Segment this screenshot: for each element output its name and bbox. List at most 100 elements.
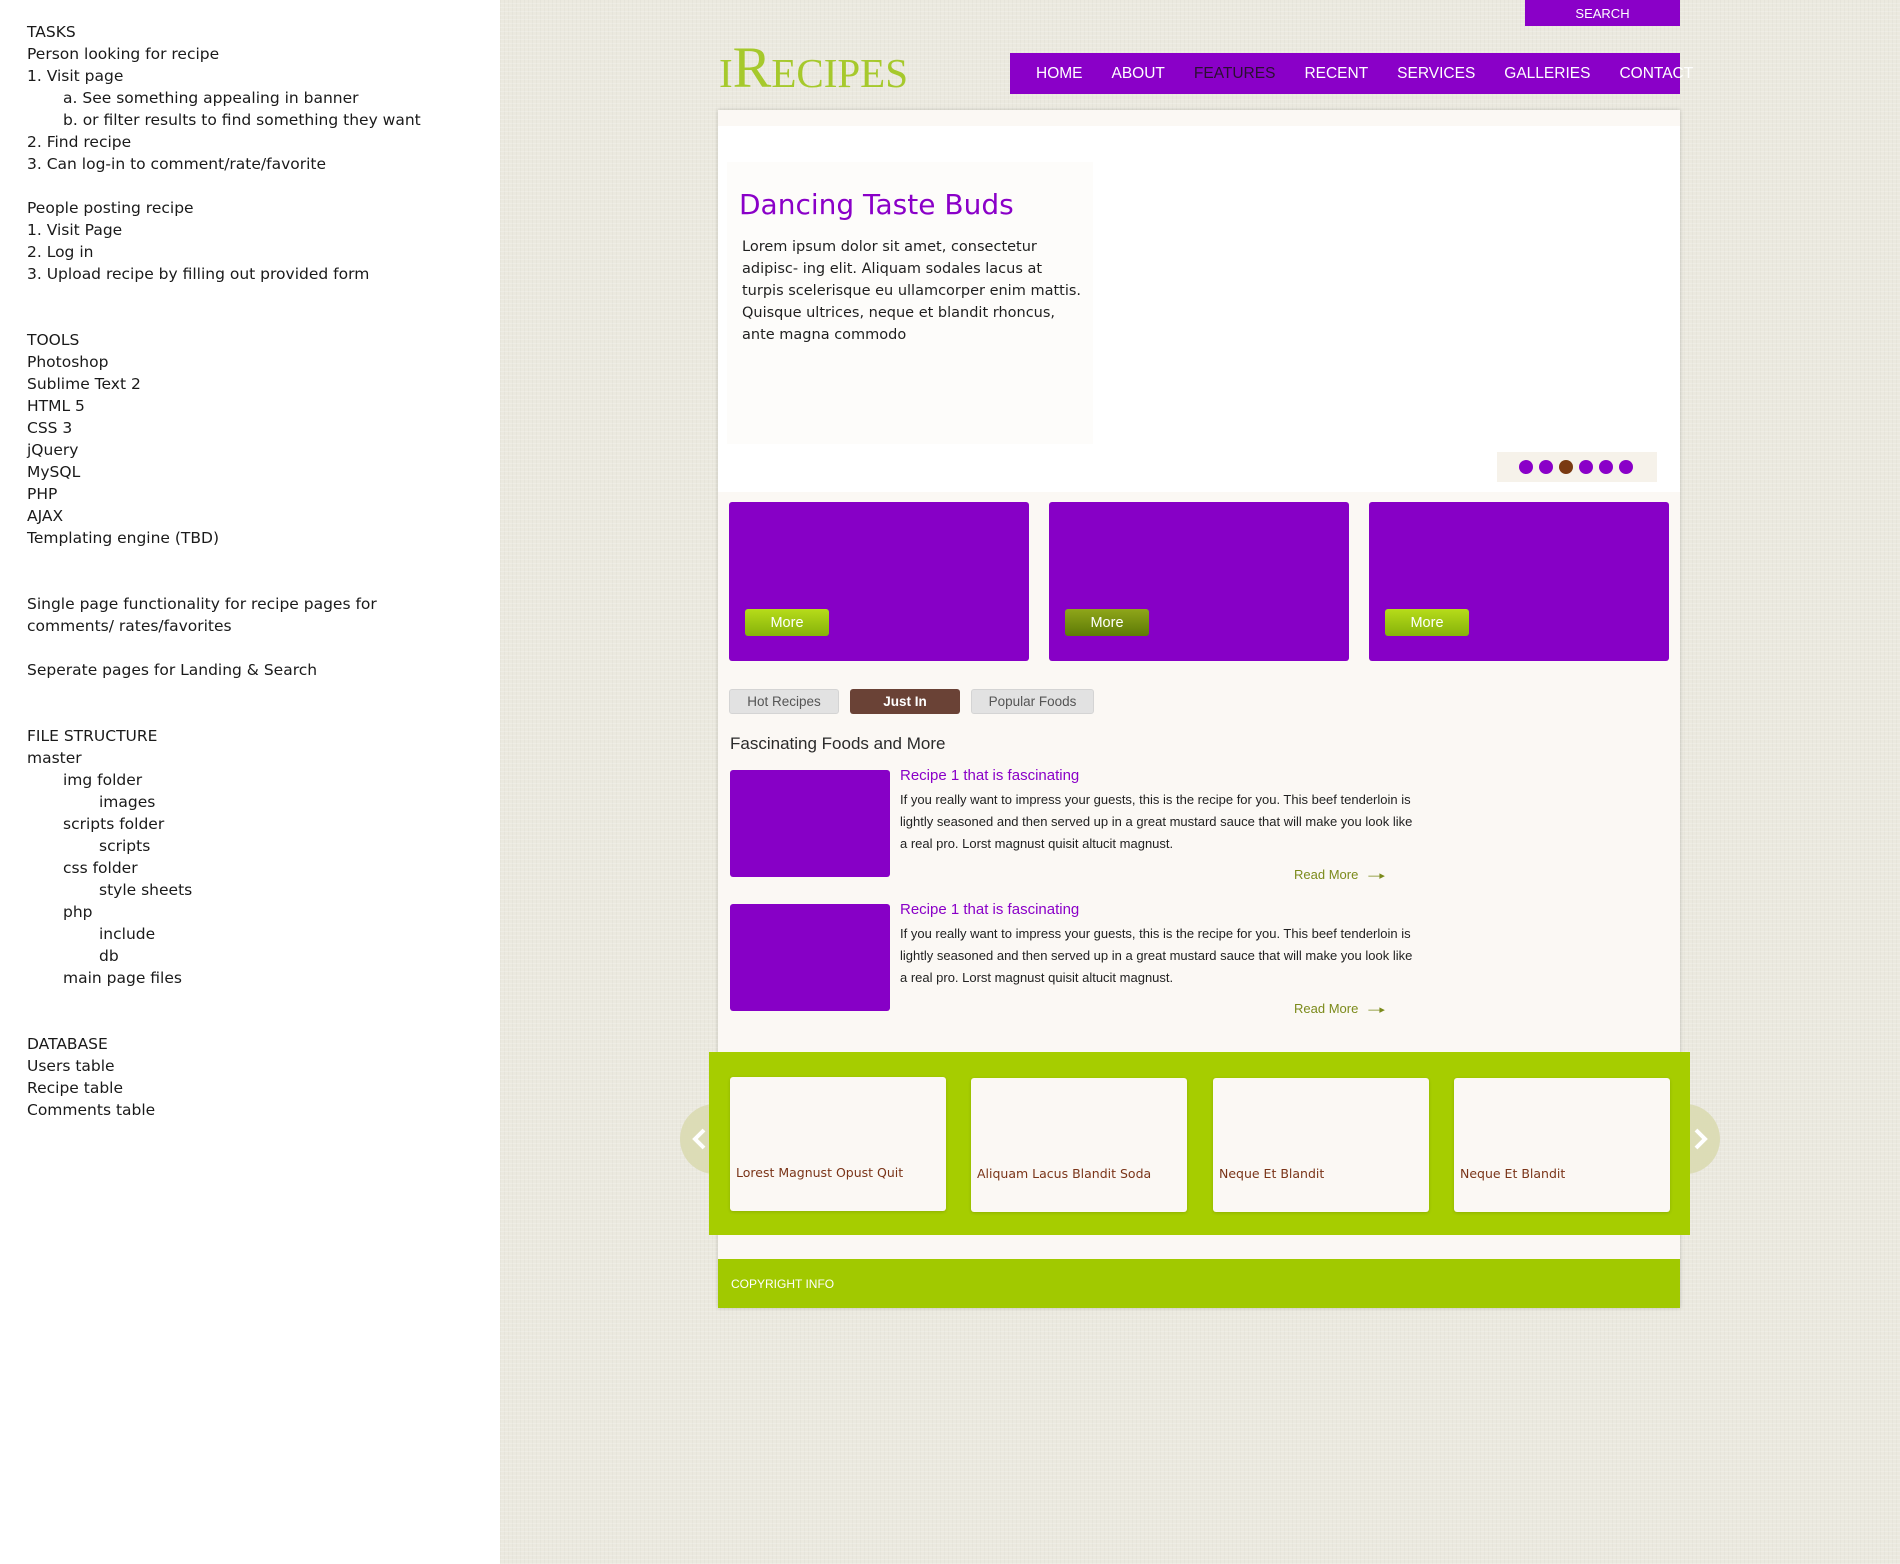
arrow-right-icon: —▸	[1368, 1004, 1385, 1016]
slide-dot-active[interactable]	[1559, 460, 1573, 474]
note-line: Seperate pages for Landing & Search	[27, 661, 318, 679]
fs-item: db	[99, 947, 119, 965]
more-button[interactable]: More	[745, 609, 829, 636]
slider-dots	[1497, 452, 1657, 482]
db-item: Recipe table	[27, 1079, 123, 1097]
recipe-description: If you really want to impress your guest…	[900, 792, 1413, 851]
tool-item: MySQL	[27, 463, 81, 481]
slide-dot[interactable]	[1519, 460, 1533, 474]
tool-item: PHP	[27, 485, 58, 503]
read-more-label: Read More	[1294, 867, 1359, 882]
tab-just-in[interactable]: Just In	[850, 689, 960, 714]
recipe-thumbnail[interactable]	[730, 770, 890, 877]
fs-item: php	[63, 903, 93, 921]
note-line: 2. Find recipe	[27, 133, 132, 151]
feature-box: More	[1049, 502, 1349, 661]
card-title: Neque Et Blandit	[1460, 1166, 1566, 1181]
db-item: Users table	[27, 1057, 115, 1075]
note-line: People posting recipe	[27, 199, 194, 217]
card-title: Neque Et Blandit	[1219, 1166, 1325, 1181]
note-line: Single page functionality for recipe pag…	[27, 595, 377, 635]
note-line: Person looking for recipe	[27, 45, 220, 63]
recipe-title[interactable]: Recipe 1 that is fascinating	[900, 901, 1079, 918]
tool-item: Sublime Text 2	[27, 375, 141, 393]
tool-item: jQuery	[27, 441, 79, 459]
fs-item: scripts folder	[63, 815, 165, 833]
read-more-link[interactable]: Read More —▸	[1294, 867, 1385, 882]
slide-dot[interactable]	[1539, 460, 1553, 474]
tool-item: Templating engine (TBD)	[27, 529, 220, 547]
footer: COPYRIGHT INFO	[718, 1259, 1680, 1308]
banner-caption: Dancing Taste Buds Lorem ipsum dolor sit…	[727, 162, 1093, 444]
fs-item: img folder	[63, 771, 143, 789]
carousel-card[interactable]: Neque Et Blandit	[1454, 1078, 1670, 1212]
db-item: Comments table	[27, 1101, 156, 1119]
slide-dot[interactable]	[1619, 460, 1633, 474]
card-title: Aliquam Lacus Blandit Soda	[977, 1166, 1152, 1181]
site-logo[interactable]: iRecipes	[719, 38, 908, 98]
tab-hot-recipes[interactable]: Hot Recipes	[729, 689, 839, 714]
note-line: 3. Can log-in to comment/rate/favorite	[27, 155, 327, 173]
note-line: 1. Visit Page	[27, 221, 123, 239]
main-nav: HOME ABOUT FEATURES RECENT SERVICES GALL…	[1010, 53, 1693, 94]
copyright-text: COPYRIGHT INFO	[731, 1276, 835, 1291]
fs-item: images	[99, 793, 156, 811]
nav-recent[interactable]: RECENT	[1304, 65, 1368, 83]
nav-features[interactable]: FEATURES	[1194, 65, 1276, 83]
tab-popular-foods[interactable]: Popular Foods	[971, 689, 1094, 714]
search-button[interactable]: SEARCH	[1525, 0, 1680, 26]
nav-contact[interactable]: CONTACT	[1619, 65, 1693, 83]
nav-home[interactable]: HOME	[1036, 65, 1083, 83]
recipe-carousel: Lorest Magnust Opust Quit Aliquam Lacus …	[709, 1052, 1690, 1235]
slide-dot[interactable]	[1579, 460, 1593, 474]
recipe-title[interactable]: Recipe 1 that is fascinating	[900, 767, 1079, 784]
section-title: Fascinating Foods and More	[730, 734, 946, 753]
fs-item: css folder	[63, 859, 138, 877]
note-line: a. See something appealing in banner	[63, 89, 359, 107]
fs-item: scripts	[99, 837, 151, 855]
nav-galleries[interactable]: GALLERIES	[1504, 65, 1590, 83]
recipe-description: If you really want to impress your guest…	[900, 926, 1413, 985]
banner-body: Lorem ipsum dolor sit amet, consectetur …	[742, 239, 1082, 343]
chevron-right-icon	[1694, 1128, 1708, 1150]
read-more-label: Read More	[1294, 1001, 1359, 1016]
recipe-thumbnail[interactable]	[730, 904, 890, 1011]
card-title: Lorest Magnust Opust Quit	[736, 1165, 904, 1180]
slide-dot[interactable]	[1599, 460, 1613, 474]
read-more-link[interactable]: Read More —▸	[1294, 1001, 1385, 1016]
more-button[interactable]: More	[1065, 609, 1149, 636]
tool-item: Photoshop	[27, 353, 109, 371]
database-heading: DATABASE	[27, 1035, 108, 1053]
feature-box: More	[729, 502, 1029, 661]
feature-box: More	[1369, 502, 1669, 661]
tool-item: CSS 3	[27, 419, 73, 437]
fs-item: main page files	[63, 969, 182, 987]
carousel-card[interactable]: Aliquam Lacus Blandit Soda	[971, 1078, 1187, 1212]
arrow-right-icon: —▸	[1368, 870, 1385, 882]
fs-item: include	[99, 925, 156, 943]
tool-item: AJAX	[27, 507, 64, 525]
note-line: b. or filter results to find something t…	[63, 111, 421, 129]
tool-item: HTML 5	[27, 397, 85, 415]
more-button[interactable]: More	[1385, 609, 1469, 636]
mockup-canvas: SEARCH iRecipes HOME ABOUT FEATURES RECE…	[500, 0, 1900, 1564]
note-line: 2. Log in	[27, 243, 94, 261]
nav-about[interactable]: ABOUT	[1112, 65, 1165, 83]
fs-item: master	[27, 749, 82, 767]
notes-panel: TASKS Person looking for recipe 1. Visit…	[0, 0, 500, 1564]
tools-heading: TOOLS	[27, 331, 80, 349]
carousel-card[interactable]: Lorest Magnust Opust Quit	[730, 1077, 946, 1211]
note-line: 1. Visit page	[27, 67, 124, 85]
recipe-item: Recipe 1 that is fascinating If you real…	[730, 767, 1430, 882]
nav-services[interactable]: SERVICES	[1397, 65, 1475, 83]
carousel-card[interactable]: Neque Et Blandit	[1213, 1078, 1429, 1212]
recipe-item: Recipe 1 that is fascinating If you real…	[730, 901, 1430, 1016]
